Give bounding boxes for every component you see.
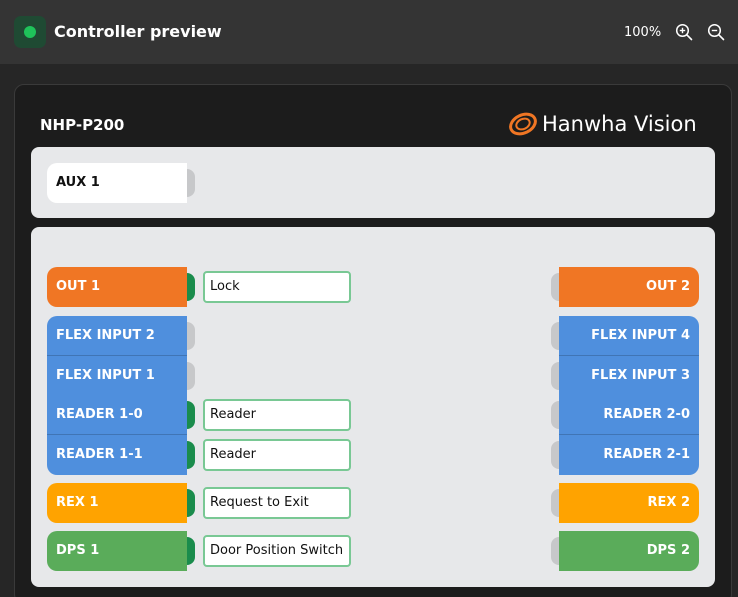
aux-port[interactable]: AUX 1 bbox=[47, 163, 195, 203]
port-reader-1-0[interactable]: READER 1-0 bbox=[47, 395, 195, 435]
port-out-1[interactable]: OUT 1 bbox=[47, 267, 195, 307]
reader-2-1-label: READER 2-1 bbox=[559, 435, 699, 475]
header-bar: Controller preview 100% bbox=[0, 0, 738, 64]
assignment-reader-1-0[interactable]: Reader bbox=[203, 399, 351, 431]
reader-1-0-label: READER 1-0 bbox=[47, 395, 187, 435]
zoom-out-icon[interactable] bbox=[707, 23, 725, 41]
hanwha-logo-icon bbox=[509, 112, 537, 136]
rex-2-label: REX 2 bbox=[559, 483, 699, 523]
aux-label: AUX 1 bbox=[47, 163, 187, 203]
assignment-out-1[interactable]: Lock bbox=[203, 271, 351, 303]
brand-name: Hanwha Vision bbox=[542, 112, 697, 136]
port-rex-1[interactable]: REX 1 bbox=[47, 483, 195, 523]
reader-2-0-label: READER 2-0 bbox=[559, 395, 699, 435]
port-flex-input-1[interactable]: FLEX INPUT 1 bbox=[47, 356, 195, 396]
port-rex-2[interactable]: REX 2 bbox=[551, 483, 699, 523]
flex-input-1-label: FLEX INPUT 1 bbox=[47, 356, 187, 396]
port-reader-2-0[interactable]: READER 2-0 bbox=[551, 395, 699, 435]
port-dps-1[interactable]: DPS 1 bbox=[47, 531, 195, 571]
dps-2-label: DPS 2 bbox=[559, 531, 699, 571]
assignment-reader-1-1[interactable]: Reader bbox=[203, 439, 351, 471]
port-flex-input-4[interactable]: FLEX INPUT 4 bbox=[551, 316, 699, 356]
port-flex-input-3[interactable]: FLEX INPUT 3 bbox=[551, 356, 699, 396]
flex-input-4-label: FLEX INPUT 4 bbox=[559, 316, 699, 356]
assignment-dps-1[interactable]: Door Position Switch bbox=[203, 535, 351, 567]
flex-input-3-label: FLEX INPUT 3 bbox=[559, 356, 699, 396]
zoom-level: 100% bbox=[624, 25, 662, 40]
zoom-in-icon[interactable] bbox=[675, 23, 693, 41]
reader-1-1-label: READER 1-1 bbox=[47, 435, 187, 475]
assignment-rex-1[interactable]: Request to Exit bbox=[203, 487, 351, 519]
device-model: NHP-P200 bbox=[40, 116, 125, 134]
page-title: Controller preview bbox=[54, 22, 222, 41]
status-indicator bbox=[14, 16, 46, 48]
out-1-label: OUT 1 bbox=[47, 267, 187, 307]
brand-logo: Hanwha Vision bbox=[506, 108, 716, 140]
port-reader-1-1[interactable]: READER 1-1 bbox=[47, 435, 195, 475]
port-dps-2[interactable]: DPS 2 bbox=[551, 531, 699, 571]
dps-1-label: DPS 1 bbox=[47, 531, 187, 571]
out-2-label: OUT 2 bbox=[559, 267, 699, 307]
status-dot bbox=[24, 26, 36, 38]
port-reader-2-1[interactable]: READER 2-1 bbox=[551, 435, 699, 475]
port-flex-input-2[interactable]: FLEX INPUT 2 bbox=[47, 316, 195, 356]
flex-input-2-label: FLEX INPUT 2 bbox=[47, 316, 187, 356]
rex-1-label: REX 1 bbox=[47, 483, 187, 523]
port-out-2[interactable]: OUT 2 bbox=[551, 267, 699, 307]
